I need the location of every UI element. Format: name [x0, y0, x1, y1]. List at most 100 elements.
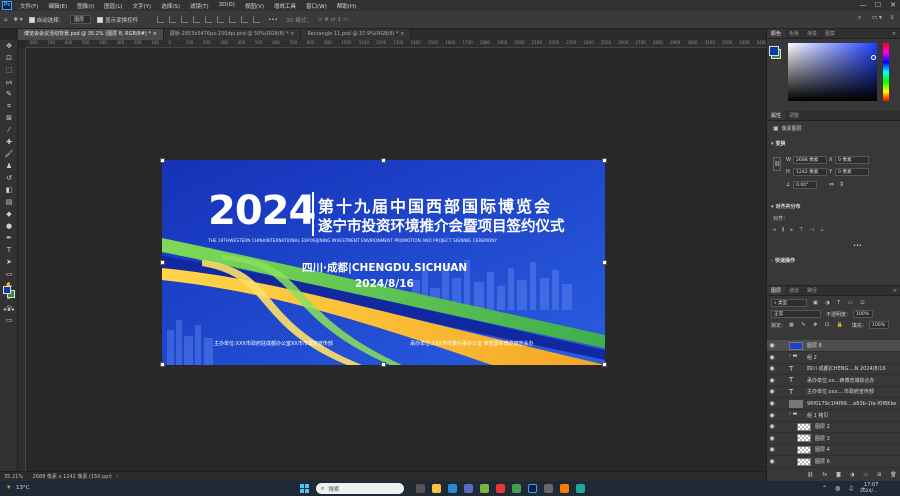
- lasso-tool-icon[interactable]: ᔕ: [0, 76, 18, 88]
- move-tool-icon[interactable]: ✥: [0, 40, 18, 52]
- brush-tool-icon[interactable]: 🖌: [0, 148, 18, 160]
- distribute-h-icon[interactable]: [253, 16, 261, 23]
- y-input[interactable]: 0 像素: [835, 168, 869, 176]
- visibility-eye-icon[interactable]: ◉: [767, 365, 777, 372]
- panel-align-center-icon[interactable]: ⫼: [782, 227, 784, 233]
- document-tab[interactable]: 博览会会议活动背景.psd @ 35.2% (图层 8, RGB/8#) * ×: [18, 29, 164, 40]
- illustrator-icon[interactable]: [560, 484, 569, 493]
- layer-row[interactable]: ◉ T 主办单位:xxx....市政府宣传部: [767, 386, 900, 399]
- auto-select-option[interactable]: 自动选择：: [28, 16, 64, 24]
- menu-item[interactable]: 窗口(W): [301, 2, 332, 10]
- menu-item[interactable]: 滤镜(T): [185, 2, 214, 10]
- menu-item[interactable]: 选择(S): [156, 2, 185, 10]
- blur-tool-icon[interactable]: ◆: [0, 208, 18, 220]
- transform-handle-ml[interactable]: [160, 260, 165, 265]
- status-arrow-icon[interactable]: ›: [116, 474, 118, 480]
- align-bottom-icon[interactable]: [217, 16, 225, 23]
- show-transform-checkbox[interactable]: [97, 16, 104, 23]
- eraser-tool-icon[interactable]: ◧: [0, 184, 18, 196]
- visibility-eye-icon[interactable]: ◉: [767, 388, 777, 395]
- tab-color[interactable]: 颜色: [767, 29, 786, 38]
- quick-select-icon[interactable]: ✎: [0, 88, 18, 100]
- visibility-eye-icon[interactable]: ◉: [767, 342, 777, 349]
- tab-swatches[interactable]: 色板: [785, 29, 803, 38]
- layer-row[interactable]: ◉ 图层 8: [767, 340, 900, 352]
- layer-filter-dropdown[interactable]: ⌕ 类型: [771, 299, 807, 307]
- gradient-tool-icon[interactable]: ▤: [0, 196, 18, 208]
- more-options-button[interactable]: •••: [268, 17, 278, 23]
- panel-align-middle-icon[interactable]: ⊣: [809, 227, 813, 233]
- menu-item[interactable]: 视图(V): [240, 2, 269, 10]
- close-tab-icon[interactable]: ×: [151, 31, 157, 37]
- align-right-icon[interactable]: [181, 16, 189, 23]
- layer-row[interactable]: ◉ › ▬ 组 1 拷贝: [767, 410, 900, 422]
- home-icon[interactable]: ⌂: [4, 17, 8, 23]
- show-transform-option[interactable]: 显示变换控件: [97, 16, 138, 24]
- wechat-icon[interactable]: [512, 484, 521, 493]
- menu-item[interactable]: 3D(D): [214, 2, 240, 10]
- visibility-eye-icon[interactable]: ◉: [767, 435, 777, 442]
- align-left-icon[interactable]: [157, 16, 165, 23]
- app-icon-1[interactable]: [464, 484, 473, 493]
- panel-align-right-icon[interactable]: ⫸: [790, 227, 793, 233]
- share-icon[interactable]: ⇪: [890, 15, 895, 21]
- new-layer-icon[interactable]: ⊞: [877, 472, 881, 478]
- opacity-input[interactable]: 100%: [853, 310, 874, 318]
- layer-style-icon[interactable]: fx: [822, 472, 827, 478]
- healing-brush-icon[interactable]: ✚: [0, 136, 18, 148]
- canvas-area[interactable]: 2024 第十九届中国西部国际博览会 遂宁市投资环境推介会暨项目签约仪式 THE…: [26, 48, 766, 471]
- layer-row[interactable]: ◉ 96f0179c1f4f99....e83b-1fa-f0f6Kke: [767, 398, 900, 410]
- align-top-icon[interactable]: [193, 16, 201, 23]
- stamp-tool-icon[interactable]: ♟: [0, 160, 18, 172]
- close-tab-icon[interactable]: ×: [399, 31, 404, 37]
- hue-slider[interactable]: [883, 43, 889, 101]
- app-icon-4[interactable]: [544, 484, 553, 493]
- layer-row[interactable]: ◉ 图层 6: [767, 456, 900, 468]
- workspace-icon[interactable]: ▭ ▾: [872, 15, 882, 21]
- menu-item[interactable]: 图层(L): [99, 2, 127, 10]
- menu-item[interactable]: 图像(I): [72, 2, 99, 10]
- taskbar-search[interactable]: ⌕ 搜索: [316, 483, 404, 494]
- shape-tool-icon[interactable]: ▭: [0, 268, 18, 280]
- more-align-icon[interactable]: •••: [853, 243, 862, 249]
- document-tab[interactable]: 展板-2953x5476px-150dpi.psd @ 50%(RGB/8) *…: [163, 29, 302, 40]
- visibility-eye-icon[interactable]: ◉: [767, 458, 777, 465]
- height-input[interactable]: 1242 像素: [793, 168, 827, 176]
- tab-gradients[interactable]: 渐变: [803, 29, 821, 38]
- move-tool-icon[interactable]: ✥ ▾: [14, 17, 23, 23]
- transform-handle-mr[interactable]: [602, 260, 607, 265]
- panel-align-left-icon[interactable]: ⫷: [773, 227, 776, 233]
- new-group-icon[interactable]: ▭: [863, 472, 868, 478]
- tab-channels[interactable]: 通道: [785, 286, 803, 295]
- edge-icon[interactable]: [448, 484, 457, 493]
- crop-tool-icon[interactable]: ⌗: [0, 100, 18, 112]
- task-view-icon[interactable]: [416, 484, 425, 493]
- pen-tool-icon[interactable]: ✒: [0, 232, 18, 244]
- path-select-icon[interactable]: ➤: [0, 256, 18, 268]
- auto-select-checkbox[interactable]: [28, 16, 35, 23]
- visibility-eye-icon[interactable]: ◉: [767, 412, 777, 419]
- layers-menu-icon[interactable]: ≡: [889, 286, 900, 295]
- app-icon-5[interactable]: [576, 484, 585, 493]
- clock-date[interactable]: 2024/...: [860, 489, 877, 494]
- tab-patterns[interactable]: 图案: [821, 29, 839, 38]
- weather-temp[interactable]: 13°C: [16, 485, 30, 491]
- menu-item[interactable]: 增效工具: [269, 2, 301, 10]
- app-icon-2[interactable]: [480, 484, 489, 493]
- search-icon[interactable]: ⌕: [858, 15, 861, 22]
- visibility-eye-icon[interactable]: ◉: [767, 423, 777, 430]
- type-tool-icon[interactable]: T: [0, 244, 18, 256]
- x-input[interactable]: 0 像素: [835, 156, 869, 164]
- file-explorer-icon[interactable]: [432, 484, 441, 493]
- zoom-level[interactable]: 35.21%: [4, 474, 23, 480]
- panel-align-bottom-icon[interactable]: ⊥: [820, 227, 824, 233]
- menu-item[interactable]: 文字(Y): [128, 2, 157, 10]
- foreground-color-swatch[interactable]: [3, 286, 11, 294]
- panel-align-top-icon[interactable]: ⊤: [799, 227, 803, 233]
- tab-paths[interactable]: 路径: [803, 286, 821, 295]
- clock-time[interactable]: 17:07: [864, 482, 878, 488]
- layer-filter-icons[interactable]: ▣ ◑ T ▭ ⊡: [813, 300, 867, 306]
- transform-handle-tl[interactable]: [160, 158, 165, 163]
- distribute-v-icon[interactable]: [241, 16, 249, 23]
- maximize-button[interactable]: ☐: [871, 0, 885, 11]
